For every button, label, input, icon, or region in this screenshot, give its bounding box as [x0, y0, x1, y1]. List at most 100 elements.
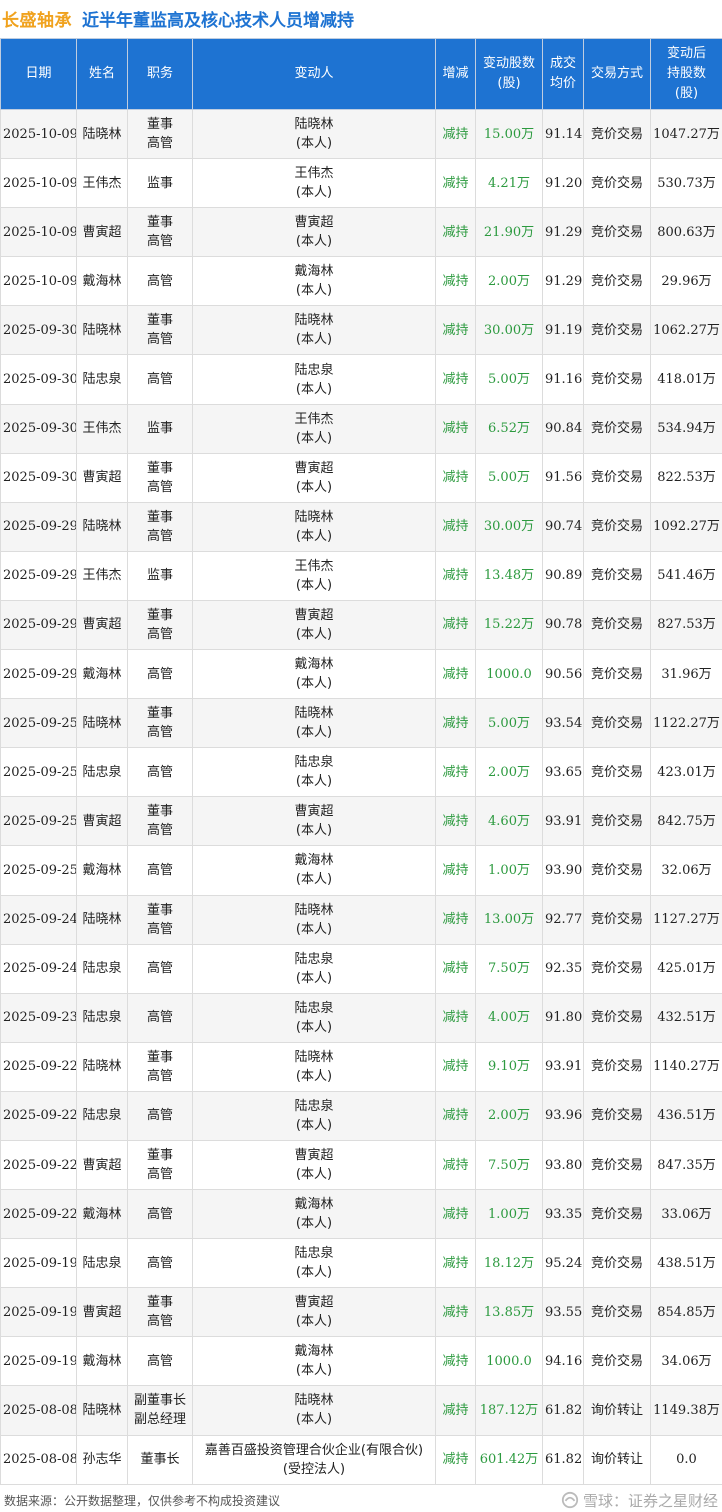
- cell-title-line: 监事: [146, 175, 173, 191]
- table-row: 2025-09-29 王伟杰 监事 王伟杰 (本人) 减持 13.48万 90.89 竞价交易 5…: [0, 551, 722, 601]
- column-header-line: (股): [674, 86, 699, 101]
- cell-title: 高管: [127, 1238, 193, 1289]
- title-bar: 长盛轴承 近半年董监高及核心技术人员增减持: [0, 0, 722, 36]
- cell-person-line: 曹寅超: [294, 215, 334, 231]
- table-row: 2025-09-22 曹寅超 董事 高管 曹寅超 (本人) 减持 7.50万 93.80 竞价交易…: [0, 1140, 722, 1191]
- cell-title: 董事 高管: [127, 305, 193, 356]
- cell-change: 6.52万: [475, 404, 543, 454]
- cell-title-line: 高管: [146, 479, 173, 495]
- cell-person-line: (本人): [295, 577, 333, 593]
- cell-name: 曹寅超: [76, 207, 128, 258]
- cell-person-line: 嘉善百盛投资管理合伙企业(有限合伙): [204, 1442, 424, 1458]
- cell-method: 询价转让: [583, 1385, 651, 1436]
- cell-person: 戴海林 (本人): [192, 256, 436, 307]
- cell-change: 13.48万: [475, 551, 543, 601]
- column-header-line: 持股数: [666, 66, 706, 81]
- cell-price: 91.29: [542, 207, 584, 258]
- cell-name: 陆忠泉: [76, 747, 128, 798]
- table-row: 2025-09-29 戴海林 高管 戴海林 (本人) 减持 1000.0 90.56 竞价交易 3…: [0, 649, 722, 700]
- cell-after: 438.51万: [650, 1238, 722, 1289]
- cell-title-line: 高管: [146, 1010, 173, 1026]
- table-row: 2025-09-22 戴海林 高管 戴海林 (本人) 减持 1.00万 93.35 竞价交易 33…: [0, 1189, 722, 1240]
- cell-after: 1140.27万: [650, 1042, 722, 1092]
- cell-price: 93.90: [542, 845, 584, 896]
- cell-person: 曹寅超 (本人): [192, 453, 436, 503]
- cell-type: 减持: [435, 158, 476, 209]
- cell-change: 4.21万: [475, 158, 543, 209]
- cell-person-line: (本人): [295, 234, 333, 250]
- cell-name: 陆晓林: [76, 1385, 128, 1436]
- cell-title: 董事 高管: [127, 1287, 193, 1338]
- cell-date: 2025-09-29: [0, 502, 77, 552]
- column-header-date: 日期: [0, 38, 77, 110]
- cell-title: 高管: [127, 747, 193, 798]
- table-row: 2025-09-30 陆晓林 董事 高管 陆晓林 (本人) 减持 30.00万 91.19 竞价交…: [0, 305, 722, 356]
- cell-title-line: 高管: [146, 332, 173, 348]
- cell-title: 高管: [127, 845, 193, 896]
- cell-person-line: (本人): [295, 430, 333, 446]
- cell-person: 陆晓林 (本人): [192, 305, 436, 356]
- cell-name: 陆晓林: [76, 109, 128, 160]
- column-header-price: 成交 均价: [542, 38, 584, 110]
- cell-title: 董事 高管: [127, 796, 193, 847]
- cell-person-line: (本人): [295, 1216, 333, 1232]
- cell-title-line: 高管: [146, 528, 173, 544]
- cell-name: 曹寅超: [76, 1287, 128, 1338]
- cell-date: 2025-09-22: [0, 1091, 77, 1141]
- cell-person: 嘉善百盛投资管理合伙企业(有限合伙) (受控法人): [192, 1435, 436, 1485]
- cell-change: 7.50万: [475, 944, 543, 994]
- cell-method: 竞价交易: [583, 1042, 651, 1092]
- cell-after: 1062.27万: [650, 305, 722, 356]
- cell-person: 戴海林 (本人): [192, 1189, 436, 1240]
- cell-change: 4.00万: [475, 993, 543, 1043]
- cell-price: 90.78: [542, 600, 584, 651]
- cell-date: 2025-10-09: [0, 109, 77, 160]
- cell-person-line: 戴海林: [294, 264, 334, 280]
- cell-type: 减持: [435, 207, 476, 258]
- cell-change: 5.00万: [475, 354, 543, 405]
- cell-date: 2025-09-22: [0, 1140, 77, 1191]
- cell-title: 董事 高管: [127, 895, 193, 945]
- cell-change: 7.50万: [475, 1140, 543, 1191]
- cell-change: 21.90万: [475, 207, 543, 258]
- cell-person: 陆忠泉 (本人): [192, 1091, 436, 1141]
- cell-price: 92.77: [542, 895, 584, 945]
- cell-name: 陆晓林: [76, 1042, 128, 1092]
- cell-title: 监事: [127, 551, 193, 601]
- cell-price: 93.55: [542, 1287, 584, 1338]
- cell-date: 2025-09-22: [0, 1189, 77, 1240]
- cell-price: 61.82: [542, 1385, 584, 1436]
- cell-method: 竞价交易: [583, 551, 651, 601]
- cell-person: 陆忠泉 (本人): [192, 354, 436, 405]
- cell-person-line: 陆晓林: [294, 1393, 334, 1409]
- cell-method: 竞价交易: [583, 354, 651, 405]
- cell-date: 2025-09-25: [0, 698, 77, 749]
- cell-date: 2025-09-29: [0, 600, 77, 651]
- cell-method: 竞价交易: [583, 993, 651, 1043]
- cell-method: 竞价交易: [583, 895, 651, 945]
- cell-price: 92.35: [542, 944, 584, 994]
- cell-person: 王伟杰 (本人): [192, 551, 436, 601]
- column-header-type: 增减: [435, 38, 476, 110]
- cell-title: 董事 高管: [127, 698, 193, 749]
- cell-date: 2025-09-29: [0, 649, 77, 700]
- cell-change: 1000.0: [475, 649, 543, 700]
- cell-person-line: (本人): [295, 479, 333, 495]
- cell-method: 竞价交易: [583, 600, 651, 651]
- cell-after: 423.01万: [650, 747, 722, 798]
- cell-after: 842.75万: [650, 796, 722, 847]
- cell-type: 减持: [435, 1435, 476, 1485]
- cell-type: 减持: [435, 895, 476, 945]
- column-header-name: 姓名: [76, 38, 128, 110]
- cell-title-line: 高管: [146, 961, 173, 977]
- cell-title-line: 高管: [146, 725, 173, 741]
- cell-title-line: 高管: [146, 666, 173, 682]
- cell-date: 2025-09-29: [0, 551, 77, 601]
- cell-type: 减持: [435, 796, 476, 847]
- cell-title-line: 董事: [146, 460, 173, 476]
- cell-date: 2025-09-19: [0, 1287, 77, 1338]
- table-row: 2025-09-24 陆忠泉 高管 陆忠泉 (本人) 减持 7.50万 92.35 竞价交易 42…: [0, 944, 722, 994]
- cell-after: 800.63万: [650, 207, 722, 258]
- cell-person: 王伟杰 (本人): [192, 404, 436, 454]
- cell-title: 高管: [127, 993, 193, 1043]
